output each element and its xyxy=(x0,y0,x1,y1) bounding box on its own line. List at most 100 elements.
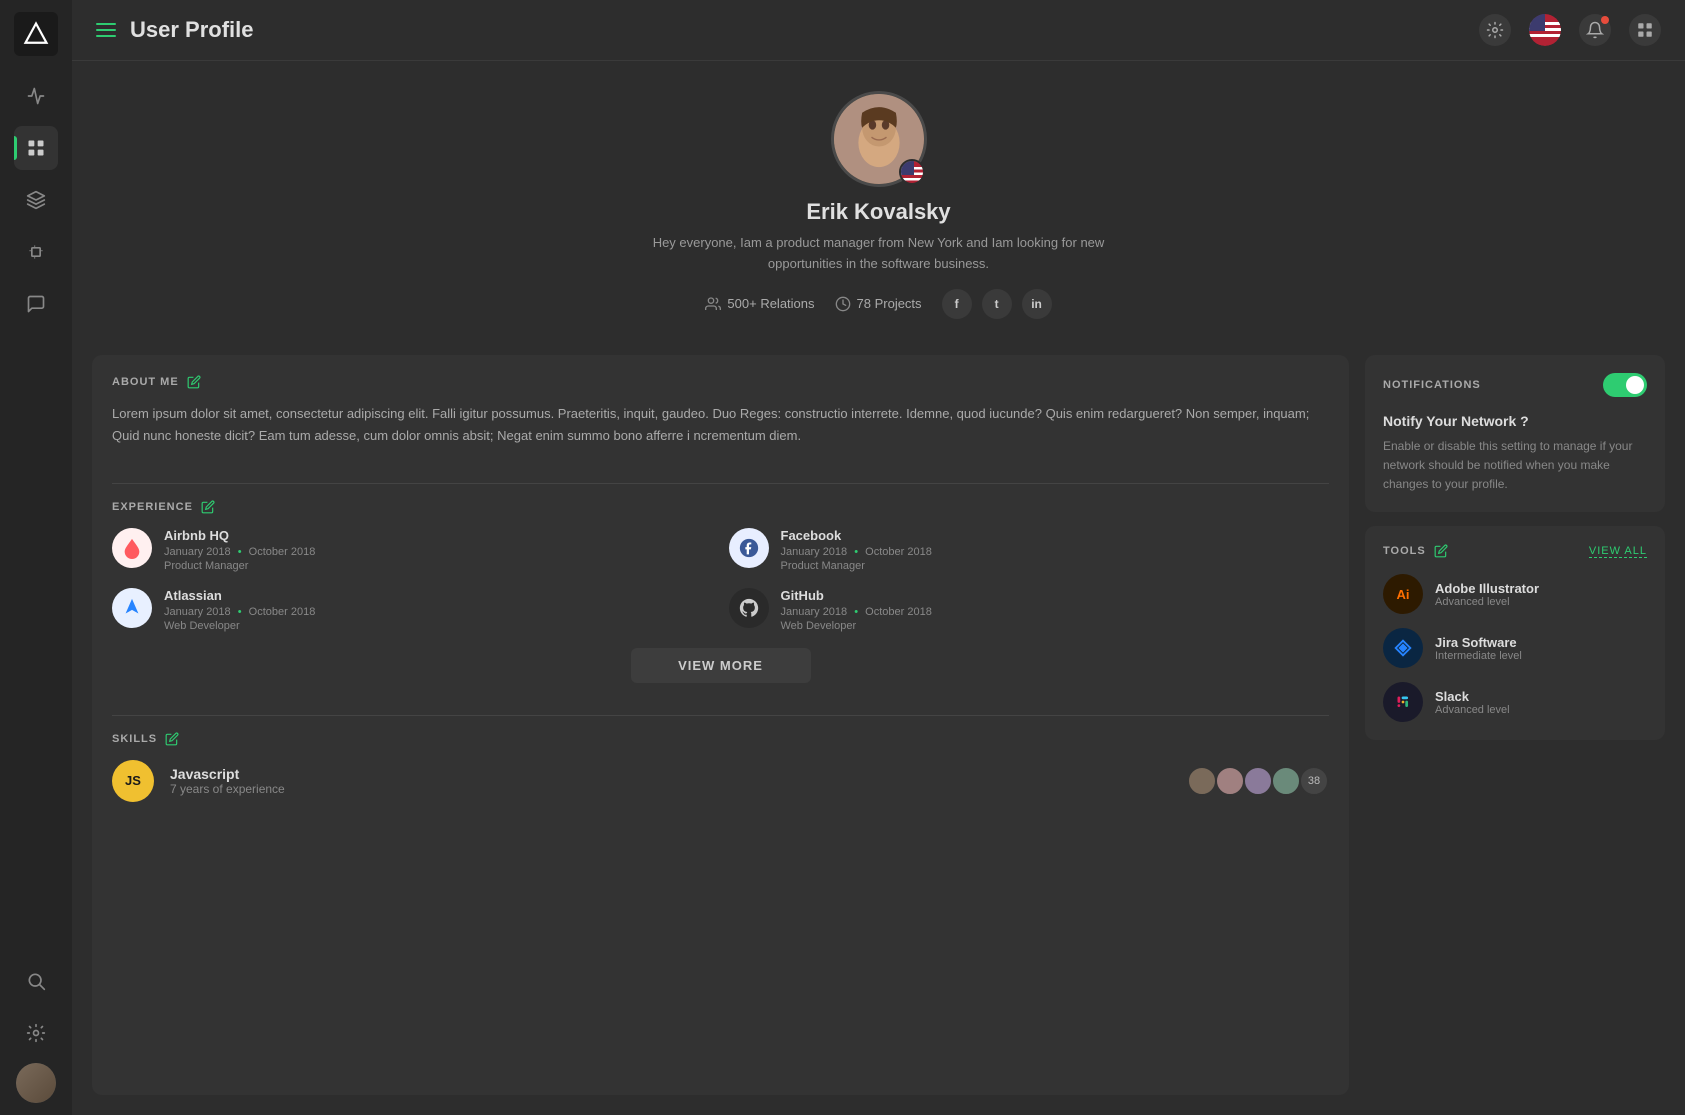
slack-info: Slack Advanced level xyxy=(1435,689,1647,716)
github-dates: January 2018 • October 2018 xyxy=(781,606,1330,618)
experience-grid: Airbnb HQ January 2018 • October 2018 Pr… xyxy=(112,528,1329,632)
facebook-logo xyxy=(729,528,769,568)
avatar-wrapper xyxy=(831,91,927,187)
profile-stats: 500+ Relations 78 Projects f t in xyxy=(705,289,1051,319)
airbnb-info: Airbnb HQ January 2018 • October 2018 Pr… xyxy=(164,528,713,572)
avatar-flag xyxy=(899,159,925,185)
header-actions xyxy=(1479,14,1661,46)
notification-dot xyxy=(1601,16,1609,24)
app-logo[interactable] xyxy=(14,12,58,56)
facebook-name: Facebook xyxy=(781,528,1330,543)
flag-icon[interactable] xyxy=(1529,14,1561,46)
divider-1 xyxy=(112,483,1329,484)
notification-icon[interactable] xyxy=(1579,14,1611,46)
atlassian-role: Web Developer xyxy=(164,620,713,632)
sidebar-item-search[interactable] xyxy=(14,959,58,1003)
edit-icon-about[interactable] xyxy=(187,375,201,389)
divider-2 xyxy=(112,715,1329,716)
social-icons: f t in xyxy=(942,289,1052,319)
projects-stat: 78 Projects xyxy=(835,296,922,312)
edit-icon-skills[interactable] xyxy=(165,732,179,746)
sidebar-item-settings[interactable] xyxy=(14,1011,58,1055)
notifications-title: NOTIFICATIONS xyxy=(1383,379,1481,391)
about-text: Lorem ipsum dolor sit amet, consectetur … xyxy=(112,403,1329,447)
exp-item-atlassian: Atlassian January 2018 • October 2018 We… xyxy=(112,588,713,632)
notifications-toggle[interactable] xyxy=(1603,373,1647,397)
jira-level: Intermediate level xyxy=(1435,650,1647,662)
sidebar-item-chat[interactable] xyxy=(14,282,58,326)
skill-row-javascript: JS Javascript 7 years of experience 38 xyxy=(112,760,1329,802)
github-role: Web Developer xyxy=(781,620,1330,632)
notifications-header: NOTIFICATIONS xyxy=(1383,373,1647,397)
tool-item-slack: Slack Advanced level xyxy=(1383,682,1647,722)
slack-logo xyxy=(1383,682,1423,722)
skill-name-js: Javascript xyxy=(170,766,1171,782)
profile-bio: Hey everyone, Iam a product manager from… xyxy=(639,233,1119,275)
notifications-card: NOTIFICATIONS Notify Your Network ? Enab… xyxy=(1365,355,1665,513)
notifications-heading: Notify Your Network ? xyxy=(1383,413,1647,429)
skill-exp-js: 7 years of experience xyxy=(170,782,1171,796)
exp-item-github: GitHub January 2018 • October 2018 Web D… xyxy=(729,588,1330,632)
linkedin-button[interactable]: in xyxy=(1022,289,1052,319)
twitter-button[interactable]: t xyxy=(982,289,1012,319)
tools-title: TOOLS xyxy=(1383,544,1448,558)
airbnb-role: Product Manager xyxy=(164,560,713,572)
facebook-info: Facebook January 2018 • October 2018 Pro… xyxy=(781,528,1330,572)
facebook-role: Product Manager xyxy=(781,560,1330,572)
page-title: User Profile xyxy=(130,17,1479,43)
airbnb-dates: January 2018 • October 2018 xyxy=(164,546,713,558)
sidebar-item-3d[interactable] xyxy=(14,178,58,222)
view-more-button[interactable]: VIEW MORE xyxy=(631,648,811,683)
atlassian-name: Atlassian xyxy=(164,588,713,603)
about-me-label: ABOUT ME xyxy=(112,376,179,388)
ai-info: Adobe Illustrator Advanced level xyxy=(1435,581,1647,608)
edit-icon-experience[interactable] xyxy=(201,500,215,514)
airbnb-name: Airbnb HQ xyxy=(164,528,713,543)
js-badge: JS xyxy=(112,760,154,802)
atlassian-logo xyxy=(112,588,152,628)
tool-item-ai: Ai Adobe Illustrator Advanced level xyxy=(1383,574,1647,614)
skills-label: SKILLS xyxy=(112,733,157,745)
airbnb-logo xyxy=(112,528,152,568)
menu-icon[interactable] xyxy=(96,23,116,37)
skills-header: SKILLS xyxy=(112,732,1329,746)
sidebar-item-activity[interactable] xyxy=(14,74,58,118)
slack-level: Advanced level xyxy=(1435,704,1647,716)
ai-logo: Ai xyxy=(1383,574,1423,614)
facebook-button[interactable]: f xyxy=(942,289,972,319)
about-me-header: ABOUT ME xyxy=(112,375,1329,389)
atlassian-info: Atlassian January 2018 • October 2018 We… xyxy=(164,588,713,632)
tools-card: TOOLS VIEW ALL Ai Adobe Illustrator Adva… xyxy=(1365,526,1665,740)
skill-endorsers-js: 38 xyxy=(1187,766,1329,796)
ai-level: Advanced level xyxy=(1435,596,1647,608)
sidebar-item-dashboard[interactable] xyxy=(14,126,58,170)
jira-info: Jira Software Intermediate level xyxy=(1435,635,1647,662)
github-info: GitHub January 2018 • October 2018 Web D… xyxy=(781,588,1330,632)
ai-name: Adobe Illustrator xyxy=(1435,581,1647,596)
header: User Profile xyxy=(72,0,1685,61)
tool-item-jira: Jira Software Intermediate level xyxy=(1383,628,1647,668)
facebook-dates: January 2018 • October 2018 xyxy=(781,546,1330,558)
relations-count: 500+ Relations xyxy=(727,296,814,311)
github-logo xyxy=(729,588,769,628)
exp-item-facebook: Facebook January 2018 • October 2018 Pro… xyxy=(729,528,1330,572)
settings-icon[interactable] xyxy=(1479,14,1511,46)
slack-name: Slack xyxy=(1435,689,1647,704)
user-avatar-sidebar[interactable] xyxy=(16,1063,56,1103)
endorser-2 xyxy=(1215,766,1245,796)
atlassian-dates: January 2018 • October 2018 xyxy=(164,606,713,618)
profile-name: Erik Kovalsky xyxy=(806,199,950,225)
jira-name: Jira Software xyxy=(1435,635,1647,650)
sidebar-item-chip[interactable] xyxy=(14,230,58,274)
main-content: User Profile xyxy=(72,0,1685,1115)
experience-label: EXPERIENCE xyxy=(112,501,193,513)
grid-icon[interactable] xyxy=(1629,14,1661,46)
github-name: GitHub xyxy=(781,588,1330,603)
view-all-tools-button[interactable]: VIEW ALL xyxy=(1589,545,1647,558)
endorser-count: 38 xyxy=(1299,766,1329,796)
avatar-image xyxy=(16,1063,56,1103)
exp-item-airbnb: Airbnb HQ January 2018 • October 2018 Pr… xyxy=(112,528,713,572)
content-grid: ABOUT ME Lorem ipsum dolor sit amet, con… xyxy=(72,355,1685,1115)
projects-count: 78 Projects xyxy=(857,296,922,311)
left-panel: ABOUT ME Lorem ipsum dolor sit amet, con… xyxy=(92,355,1349,1095)
